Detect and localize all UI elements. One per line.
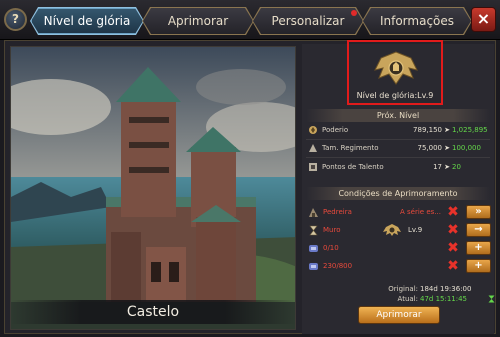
stat-label: Tam. Regimento [322,144,379,152]
stat-next: 1,025,895 [452,126,488,134]
arrow-icon: ➤ [444,126,450,134]
condition-label: Muro [323,226,341,234]
resource-icon [309,263,318,270]
go-to-button[interactable]: → [466,223,491,237]
glory-level-label: Nível de glória:Lv.9 [356,91,434,100]
tab-information[interactable]: Informações [363,8,471,34]
condition-label: Pedreira [323,208,352,216]
go-to-button[interactable]: » [466,205,491,219]
stat-current: 789,150 [413,126,442,134]
help-button[interactable]: ? [4,8,27,31]
unmet-x-icon: ✖ [447,222,459,238]
tab-glory-level[interactable]: Nível de glória [31,8,143,34]
notification-dot [351,10,357,16]
stat-next: 100,000 [452,144,481,152]
stat-row-talent: Pontos de Talento 17 ➤ 20 [308,160,492,174]
talent-icon [309,163,317,171]
divider [306,157,490,158]
hourglass-icon [309,225,318,236]
original-time-label: Original: [388,285,418,293]
regiment-icon [309,144,317,152]
tab-customize[interactable]: Personalizar [253,8,363,34]
conditions-header: Condições de Aprimoramento [306,187,490,200]
condition-row-resource-1: 0/10 ✖ + [306,240,491,256]
condition-row-resource-2: 230/800 ✖ + [306,258,491,274]
add-button[interactable]: + [466,241,491,255]
unmet-x-icon: ✖ [447,204,459,220]
stat-next: 20 [452,163,461,171]
condition-label: 230/800 [323,262,353,270]
original-time-value: 184d 19:36:00 [420,285,472,293]
stat-row-power: Poderio 789,150 ➤ 1,025,895 [308,123,492,137]
divider [306,139,490,140]
quarry-icon [309,208,318,217]
current-time-value: 47d 15:11:45 [420,295,468,303]
condition-label: 0/10 [323,244,339,252]
glory-emblem-small-icon [383,224,401,236]
stat-label: Pontos de Talento [322,163,384,171]
next-level-header: Próx. Nível [306,109,490,122]
stat-current: 75,000 [417,144,443,152]
unmet-x-icon: ✖ [447,240,459,256]
tab-upgrade[interactable]: Aprimorar [143,8,253,34]
condition-row-quarry: Pedreira A série es... ✖ » [306,204,491,220]
upgrade-button[interactable]: Aprimorar [358,306,440,324]
resource-icon [309,245,318,252]
power-icon [309,126,317,134]
close-button[interactable]: × [471,7,496,32]
castle-name: Castelo [10,300,296,324]
current-time-label: Atual: [397,295,418,303]
castle-view[interactable] [10,46,296,330]
arrow-icon: ➤ [444,163,450,171]
wall-level: Lv.9 [408,226,423,234]
condition-row-wall: Muro Lv.9 ✖ → [306,222,491,238]
stat-label: Poderio [322,126,349,134]
glory-emblem-icon [374,51,418,85]
stat-current: 17 [433,163,442,171]
speedup-hourglass-icon [488,295,495,303]
unmet-x-icon: ✖ [447,258,459,274]
stat-row-regiment: Tam. Regimento 75,000 ➤ 100,000 [308,141,492,155]
add-button[interactable]: + [466,259,491,273]
arrow-icon: ➤ [444,144,450,152]
castle-illustration [11,47,295,329]
condition-detail: A série es... [400,208,441,216]
